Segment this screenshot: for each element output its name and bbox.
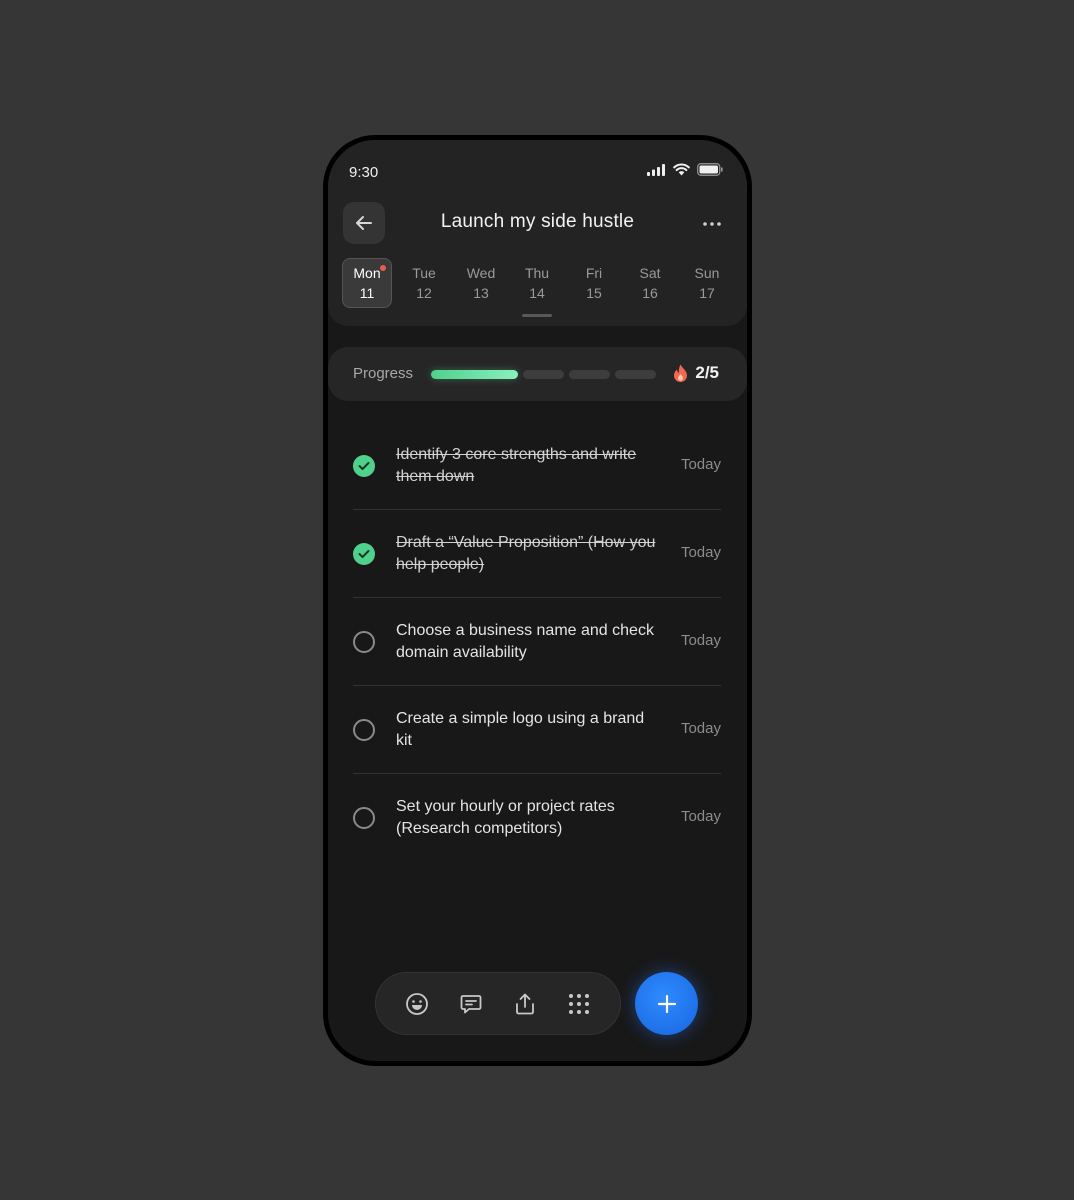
flame-icon	[674, 364, 688, 382]
drag-handle[interactable]	[522, 314, 552, 317]
emoji-icon	[406, 992, 428, 1015]
phone-frame: 9:30 Launch my side hustle Mon 11 Tue 12…	[323, 135, 752, 1066]
day-sat[interactable]: Sat 16	[625, 258, 675, 308]
task-item[interactable]: Draft a “Value Proposition” (How you hel…	[353, 510, 721, 598]
day-number: 11	[359, 285, 375, 301]
task-item[interactable]: Create a simple logo using a brand kit T…	[353, 686, 721, 774]
week-day-selector: Mon 11 Tue 12 Wed 13 Thu 14 Fri 15 Sat 1…	[342, 258, 736, 308]
task-item[interactable]: Choose a business name and check domain …	[353, 598, 721, 686]
status-icons	[647, 163, 723, 176]
checkmark-icon	[358, 550, 370, 558]
task-checkbox[interactable]	[353, 543, 375, 565]
task-title: Choose a business name and check domain …	[396, 622, 654, 661]
task-item[interactable]: Identify 3 core strengths and write them…	[353, 422, 721, 510]
task-checkbox[interactable]	[353, 807, 375, 829]
comment-button[interactable]	[456, 989, 486, 1019]
day-thu[interactable]: Thu 14	[512, 258, 562, 308]
task-due-date: Today	[680, 456, 721, 473]
task-due-date: Today	[680, 632, 721, 649]
task-checkbox[interactable]	[353, 631, 375, 653]
checkmark-icon	[358, 462, 370, 470]
day-name: Sat	[639, 265, 661, 281]
emoji-button[interactable]	[402, 989, 432, 1019]
share-button[interactable]	[510, 989, 540, 1019]
progress-label: Progress	[353, 365, 414, 382]
grid-icon	[569, 993, 589, 1014]
day-number: 13	[473, 285, 489, 301]
task-due-date: Today	[680, 808, 721, 825]
app-screen: 9:30 Launch my side hustle Mon 11 Tue 12…	[328, 140, 747, 1061]
notification-dot	[380, 265, 386, 271]
day-name: Wed	[466, 265, 496, 281]
progress-card: Progress 2/5	[328, 347, 747, 401]
share-icon	[516, 993, 534, 1014]
task-item[interactable]: Set your hourly or project rates (Resear…	[353, 774, 721, 862]
more-options-button[interactable]	[697, 212, 727, 236]
streak-count: 2/5	[695, 363, 719, 382]
task-list: Identify 3 core strengths and write them…	[353, 422, 721, 862]
day-number: 12	[416, 285, 432, 301]
apps-grid-button[interactable]	[564, 989, 594, 1019]
status-bar: 9:30	[328, 140, 747, 200]
page-title: Launch my side hustle	[440, 211, 635, 232]
day-tue[interactable]: Tue 12	[399, 258, 449, 308]
progress-segment	[615, 370, 656, 379]
progress-bar	[431, 370, 656, 379]
task-due-date: Today	[680, 720, 721, 737]
day-wed[interactable]: Wed 13	[456, 258, 506, 308]
signal-icon	[647, 163, 665, 176]
day-name: Tue	[412, 265, 436, 281]
day-mon[interactable]: Mon 11	[342, 258, 392, 308]
plus-icon	[657, 994, 676, 1013]
header-card: 9:30 Launch my side hustle Mon 11 Tue 12…	[328, 140, 747, 326]
task-due-date: Today	[680, 544, 721, 561]
day-number: 17	[699, 285, 715, 301]
task-title: Draft a “Value Proposition” (How you hel…	[396, 534, 656, 573]
day-number: 16	[642, 285, 658, 301]
day-name: Thu	[524, 265, 550, 281]
day-name: Fri	[585, 265, 603, 281]
more-horizontal-icon	[703, 222, 721, 226]
streak-counter: 2/5	[673, 363, 719, 383]
task-title: Create a simple logo using a brand kit	[396, 710, 645, 749]
add-task-button[interactable]	[635, 972, 698, 1035]
day-number: 15	[586, 285, 602, 301]
progress-segment-filled	[431, 370, 518, 379]
day-name: Sun	[694, 265, 720, 281]
day-sun[interactable]: Sun 17	[682, 258, 732, 308]
status-time: 9:30	[349, 164, 379, 181]
day-fri[interactable]: Fri 15	[569, 258, 619, 308]
progress-segment	[523, 370, 564, 379]
task-title: Identify 3 core strengths and write them…	[396, 446, 637, 485]
task-checkbox[interactable]	[353, 455, 375, 477]
task-checkbox[interactable]	[353, 719, 375, 741]
bottom-toolbar	[375, 972, 621, 1035]
wifi-icon	[673, 163, 690, 176]
progress-segment	[569, 370, 610, 379]
comment-icon	[460, 994, 482, 1013]
task-title: Set your hourly or project rates (Resear…	[396, 798, 615, 837]
day-number: 14	[529, 285, 545, 301]
battery-icon	[697, 163, 723, 176]
